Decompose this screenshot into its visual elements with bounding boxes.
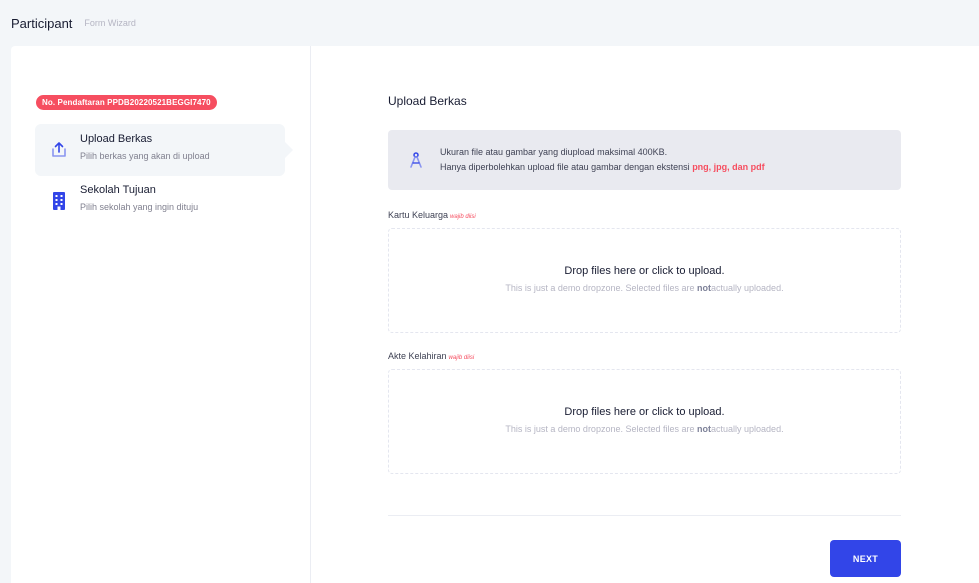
allowed-extensions: png, jpg, dan pdf xyxy=(692,162,765,172)
dropzone-description: This is just a demo dropzone. Selected f… xyxy=(505,424,784,434)
actions-divider xyxy=(388,515,901,516)
wizard-step-title: Upload Berkas xyxy=(80,133,153,145)
upload-info-alert: Ukuran file atau gambar yang diupload ma… xyxy=(388,130,901,190)
required-note: wajib diisi xyxy=(448,355,475,361)
page-subtitle: Form Wizard xyxy=(84,18,136,28)
dropzone-description: This is just a demo dropzone. Selected f… xyxy=(505,283,784,293)
wizard-card: No. Pendaftaran PPDB20220521BEGGI7470 Up… xyxy=(11,46,979,583)
compass-icon xyxy=(408,151,424,169)
section-heading: Upload Berkas xyxy=(388,94,467,108)
kartu-keluarga-label: Kartu Keluarga wajib diisi xyxy=(388,210,476,220)
akte-kelahiran-dropzone[interactable]: Drop files here or click to upload. This… xyxy=(388,369,901,474)
registration-badge: No. Pendaftaran PPDB20220521BEGGI7470 xyxy=(36,95,217,110)
wizard-step-title: Sekolah Tujuan xyxy=(80,184,156,196)
wizard-step-description: Pilih sekolah yang ingin dituju xyxy=(80,202,199,212)
building-icon xyxy=(48,190,70,212)
alert-line-extension: Hanya diperbolehkan upload file atau gam… xyxy=(440,162,765,172)
wizard-step-sekolah-tujuan[interactable]: Sekolah Tujuan Pilih sekolah yang ingin … xyxy=(35,175,285,227)
alert-line-size: Ukuran file atau gambar yang diupload ma… xyxy=(440,147,668,157)
dropzone-title: Drop files here or click to upload. xyxy=(564,406,725,418)
page-title: Participant xyxy=(11,15,73,31)
required-note: wajib diisi xyxy=(450,214,476,220)
dropzone-title: Drop files here or click to upload. xyxy=(564,265,725,277)
akte-kelahiran-label: Akte Kelahiran wajib diisi xyxy=(388,351,475,361)
upload-icon xyxy=(48,139,70,161)
wizard-step-description: Pilih berkas yang akan di upload xyxy=(80,151,210,161)
wizard-step-upload-berkas[interactable]: Upload Berkas Pilih berkas yang akan di … xyxy=(35,124,293,176)
wizard-aside: No. Pendaftaran PPDB20220521BEGGI7470 Up… xyxy=(11,46,311,583)
subheader: Participant Form Wizard xyxy=(0,0,979,46)
kartu-keluarga-dropzone[interactable]: Drop files here or click to upload. This… xyxy=(388,228,901,333)
next-button[interactable]: NEXT xyxy=(830,540,901,577)
